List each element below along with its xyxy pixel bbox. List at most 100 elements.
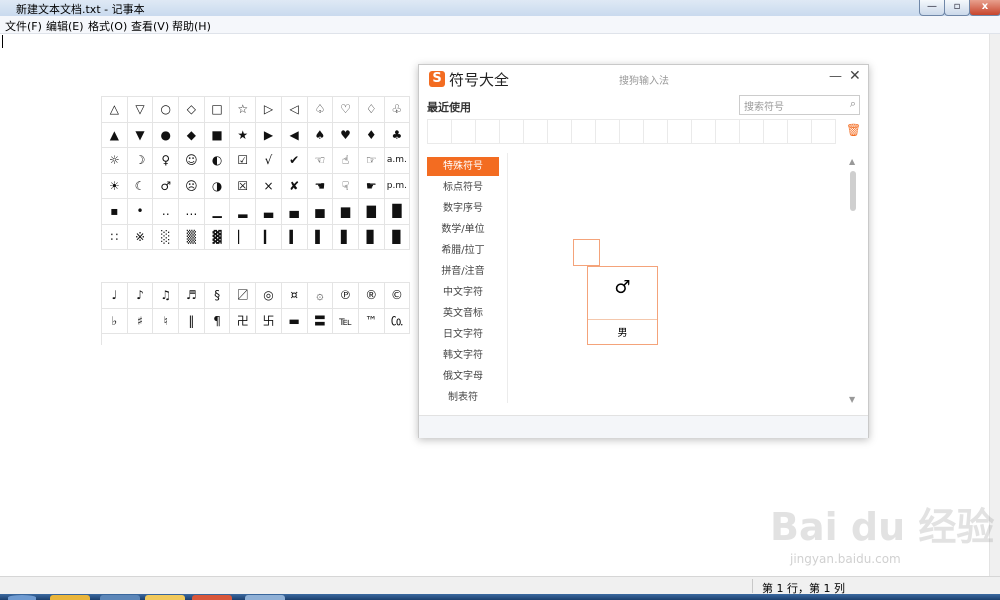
symbol-cell[interactable]: © — [384, 283, 411, 309]
symbol-cell[interactable]: ☒ — [230, 173, 257, 199]
recent-symbol-slot[interactable] — [595, 119, 619, 144]
scroll-thumb[interactable] — [850, 171, 856, 211]
scroll-up-icon[interactable]: ▲ — [849, 157, 855, 166]
menu-edit[interactable]: 编辑(E) — [46, 18, 84, 34]
symbol-cell[interactable]: ☚ — [307, 173, 334, 199]
symbol-cell[interactable]: ♂ — [153, 173, 180, 199]
symbol-cell[interactable]: ▶ — [256, 122, 282, 148]
recent-symbol-slot[interactable] — [427, 119, 451, 144]
recent-symbol-slot[interactable] — [619, 119, 643, 144]
recent-symbol-slot[interactable] — [475, 119, 499, 144]
recent-symbol-slot[interactable] — [715, 119, 739, 144]
symbol-cell[interactable]: ◁ — [281, 97, 308, 123]
category-item[interactable]: 数字序号 — [427, 199, 499, 218]
symbol-cell[interactable]: ☆ — [230, 97, 257, 123]
symbol-cell[interactable]: 〼 — [230, 283, 257, 309]
symbol-cell[interactable]: ∷ — [102, 224, 128, 250]
symbol-cell[interactable]: ◆ — [179, 122, 205, 148]
taskbar-app-media[interactable] — [192, 595, 232, 600]
symbol-cell[interactable]: ☹ — [179, 173, 205, 199]
symbol-cell[interactable]: ♦ — [358, 122, 385, 148]
symbol-cell[interactable]: ▬ — [281, 308, 308, 334]
symbol-cell[interactable]: × — [256, 173, 282, 199]
symbol-cell[interactable]: ♩ — [102, 283, 128, 309]
symbol-search-input[interactable]: 搜索符号 ⌕ — [739, 95, 860, 115]
panel-minimize-button[interactable]: — — [829, 69, 842, 84]
menu-file[interactable]: 文件(F) — [5, 18, 42, 34]
symbol-cell[interactable]: ♣ — [384, 122, 411, 148]
symbol-cell[interactable]: ◇ — [179, 97, 205, 123]
symbol-cell[interactable]: ▇ — [358, 199, 385, 225]
symbol-cell[interactable]: ▎ — [256, 224, 282, 250]
symbol-cell[interactable]: ○ — [153, 97, 180, 123]
symbol-cell[interactable]: ▷ — [256, 97, 282, 123]
category-item[interactable]: 希腊/拉丁 — [427, 241, 499, 260]
symbol-cell[interactable]: ™ — [358, 308, 385, 334]
symbol-cell[interactable]: ▆ — [333, 199, 359, 225]
symbol-cell[interactable]: ▂ — [230, 199, 257, 225]
panel-scrollbar[interactable]: ▲ ▼ — [849, 157, 857, 405]
category-item[interactable]: 中文字符 — [427, 283, 499, 302]
category-item[interactable]: 拼音/注音 — [427, 262, 499, 281]
symbol-cell[interactable]: 卐 — [256, 308, 282, 334]
symbol-cell[interactable]: ℗ — [333, 283, 359, 309]
symbol-cell[interactable]: ♮ — [153, 308, 180, 334]
recent-symbol-slot[interactable] — [667, 119, 691, 144]
symbol-cell[interactable]: ▋ — [333, 224, 359, 250]
symbol-cell[interactable]: ‖ — [179, 308, 205, 334]
symbol-cell[interactable]: ▍ — [281, 224, 308, 250]
symbol-cell[interactable]: ® — [358, 283, 385, 309]
symbol-cell[interactable]: ☾ — [127, 173, 154, 199]
category-item[interactable]: 韩文字符 — [427, 346, 499, 365]
symbol-cell[interactable]: ░ — [153, 224, 180, 250]
symbol-cell[interactable]: ♯ — [127, 308, 154, 334]
search-icon[interactable]: ⌕ — [850, 97, 856, 111]
symbol-cell[interactable]: ♥ — [333, 122, 359, 148]
symbol-cell[interactable]: ◐ — [204, 148, 231, 174]
symbol-cell[interactable]: ▌ — [307, 224, 334, 250]
category-item[interactable]: 标点符号 — [427, 178, 499, 197]
symbol-cell[interactable]: … — [179, 199, 205, 225]
symbol-cell[interactable]: █ — [384, 199, 411, 225]
symbol-cell[interactable]: ◎ — [256, 283, 282, 309]
symbol-cell[interactable]: ✘ — [281, 173, 308, 199]
taskbar-app-ie[interactable] — [100, 595, 140, 600]
category-item[interactable]: 英文音标 — [427, 304, 499, 323]
close-button[interactable]: x — [969, 0, 1000, 16]
symbol-cell[interactable]: ☽ — [127, 148, 154, 174]
symbol-cell[interactable]: ▼ — [127, 122, 154, 148]
category-item[interactable]: 制表符 — [427, 388, 499, 407]
symbol-cell[interactable]: ▊ — [358, 224, 385, 250]
symbol-cell[interactable]: ☼ — [102, 148, 128, 174]
symbol-cell[interactable]: ℡ — [333, 308, 359, 334]
symbol-cell[interactable]: ■ — [204, 122, 231, 148]
recent-symbol-slot[interactable] — [763, 119, 787, 144]
symbol-cell[interactable]: ♤ — [307, 97, 334, 123]
category-item[interactable]: 俄文字母 — [427, 367, 499, 386]
symbol-cell[interactable]: ▒ — [179, 224, 205, 250]
symbol-cell[interactable]: ▏ — [230, 224, 257, 250]
symbol-cell[interactable]: ♀ — [153, 148, 180, 174]
symbol-cell[interactable]: ♡ — [333, 97, 359, 123]
symbol-cell[interactable]: ◀ — [281, 122, 308, 148]
symbol-cell[interactable]: ☟ — [333, 173, 359, 199]
recent-symbol-slot[interactable] — [691, 119, 715, 144]
symbol-cell[interactable]: ▄ — [281, 199, 308, 225]
recent-symbol-slot[interactable] — [739, 119, 763, 144]
symbol-cell[interactable]: ▲ — [102, 122, 128, 148]
symbol-cell[interactable]: ㏇ — [384, 308, 411, 334]
symbol-cell[interactable]: ♧ — [384, 97, 411, 123]
trash-icon[interactable]: 🗑 — [846, 123, 861, 137]
symbol-cell[interactable]: ▪ — [102, 199, 128, 225]
symbol-cell[interactable]: ▉ — [384, 224, 411, 250]
symbol-cell[interactable]: ☜ — [307, 148, 334, 174]
symbol-cell[interactable]: ▁ — [204, 199, 231, 225]
recent-symbol-slot[interactable] — [787, 119, 811, 144]
symbol-cell[interactable]: § — [204, 283, 231, 309]
symbol-cell[interactable]: ¤ — [281, 283, 308, 309]
symbol-cell[interactable]: ▓ — [204, 224, 231, 250]
symbol-cell[interactable]: ‥ — [153, 199, 180, 225]
symbol-cell[interactable]: ♬ — [179, 283, 205, 309]
symbol-cell[interactable]: ▅ — [307, 199, 334, 225]
symbol-cell[interactable]: ✔ — [281, 148, 308, 174]
